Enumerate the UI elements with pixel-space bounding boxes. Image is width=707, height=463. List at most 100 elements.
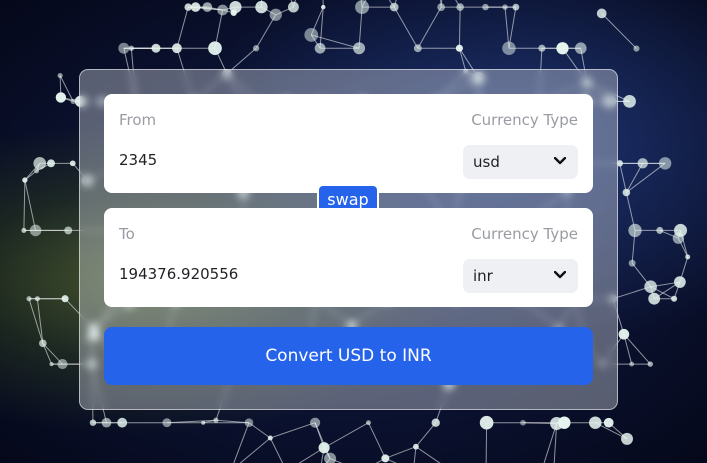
network-node: [57, 359, 68, 370]
network-node: [512, 3, 520, 11]
network-node: [208, 41, 222, 56]
network-node: [61, 295, 69, 303]
from-box: From Currency Type usd: [104, 94, 593, 193]
chevron-down-icon: [554, 271, 566, 279]
network-link: [415, 422, 437, 447]
network-node: [658, 157, 672, 170]
from-currency-select[interactable]: usd: [463, 145, 578, 179]
network-node: [556, 42, 569, 55]
network-node: [656, 226, 664, 234]
from-amount-input[interactable]: [119, 149, 419, 171]
network-node: [618, 328, 630, 340]
network-link: [24, 179, 37, 231]
network-node: [309, 417, 321, 428]
network-link: [269, 437, 284, 463]
network-link: [233, 422, 250, 463]
network-node: [629, 361, 635, 367]
network-link: [393, 6, 419, 49]
network-link: [323, 422, 369, 449]
network-node: [366, 420, 371, 426]
network-node: [287, 1, 299, 13]
network-link: [619, 163, 627, 193]
network-node: [314, 42, 326, 54]
network-node: [21, 227, 27, 233]
from-label: From: [119, 111, 157, 129]
network-node: [502, 41, 516, 55]
network-node: [538, 44, 546, 52]
network-node: [255, 0, 268, 14]
network-link: [368, 422, 386, 459]
network-link: [626, 162, 666, 193]
network-node: [628, 259, 636, 267]
network-node: [39, 339, 47, 348]
network-node: [671, 295, 678, 302]
network-node: [57, 72, 63, 79]
network-node: [482, 3, 489, 11]
network-node: [502, 4, 508, 10]
network-node: [622, 188, 631, 197]
network-node: [644, 280, 657, 294]
to-currency-type-label: Currency Type: [471, 225, 578, 243]
network-node: [33, 156, 47, 170]
network-node: [34, 168, 40, 174]
network-node: [455, 44, 463, 52]
network-node: [603, 417, 614, 428]
from-currency-value: usd: [473, 153, 500, 171]
network-node: [623, 94, 636, 108]
network-node: [213, 417, 219, 423]
network-link: [270, 422, 316, 439]
network-link: [36, 298, 44, 344]
network-link: [458, 7, 461, 49]
network-node: [355, 0, 370, 15]
network-node: [201, 420, 206, 425]
network-node: [520, 419, 526, 426]
network-node: [479, 415, 494, 430]
network-node: [672, 232, 685, 244]
network-link: [415, 446, 441, 463]
to-currency-value: inr: [473, 267, 493, 285]
network-node: [637, 158, 648, 169]
convert-button[interactable]: Convert USD to INR: [104, 327, 593, 385]
network-node: [267, 435, 273, 441]
network-link: [28, 298, 44, 344]
to-currency-select[interactable]: inr: [463, 259, 578, 293]
network-node: [230, 9, 237, 16]
from-currency-type-label: Currency Type: [471, 111, 578, 129]
network-node: [252, 45, 260, 52]
network-node: [89, 419, 97, 426]
network-link: [239, 437, 271, 463]
network-node: [304, 28, 319, 42]
network-node: [128, 45, 134, 51]
network-node: [101, 417, 112, 428]
network-link: [298, 447, 325, 463]
network-link: [385, 457, 397, 463]
network-node: [117, 417, 128, 428]
network-node: [202, 2, 213, 12]
network-node: [217, 4, 229, 16]
network-node: [49, 361, 54, 367]
network-node: [550, 417, 564, 431]
network-node: [29, 224, 42, 237]
network-node: [318, 442, 330, 454]
network-node: [596, 8, 607, 19]
network-node: [381, 454, 390, 463]
network-node: [55, 92, 67, 103]
network-node: [647, 361, 654, 367]
network-node: [26, 296, 32, 302]
network-node: [244, 418, 254, 427]
network-node: [162, 418, 172, 428]
network-node: [34, 296, 40, 302]
network-node: [589, 416, 602, 429]
network-node: [633, 45, 640, 52]
network-node: [628, 223, 642, 238]
network-node: [413, 44, 422, 53]
network-node: [431, 418, 440, 427]
network-node: [64, 226, 73, 235]
network-link: [176, 6, 189, 49]
to-amount-input[interactable]: [119, 263, 419, 285]
network-node: [151, 43, 161, 53]
network-node: [437, 3, 446, 11]
network-node: [69, 160, 76, 167]
network-node: [389, 2, 399, 12]
to-label: To: [119, 225, 135, 243]
